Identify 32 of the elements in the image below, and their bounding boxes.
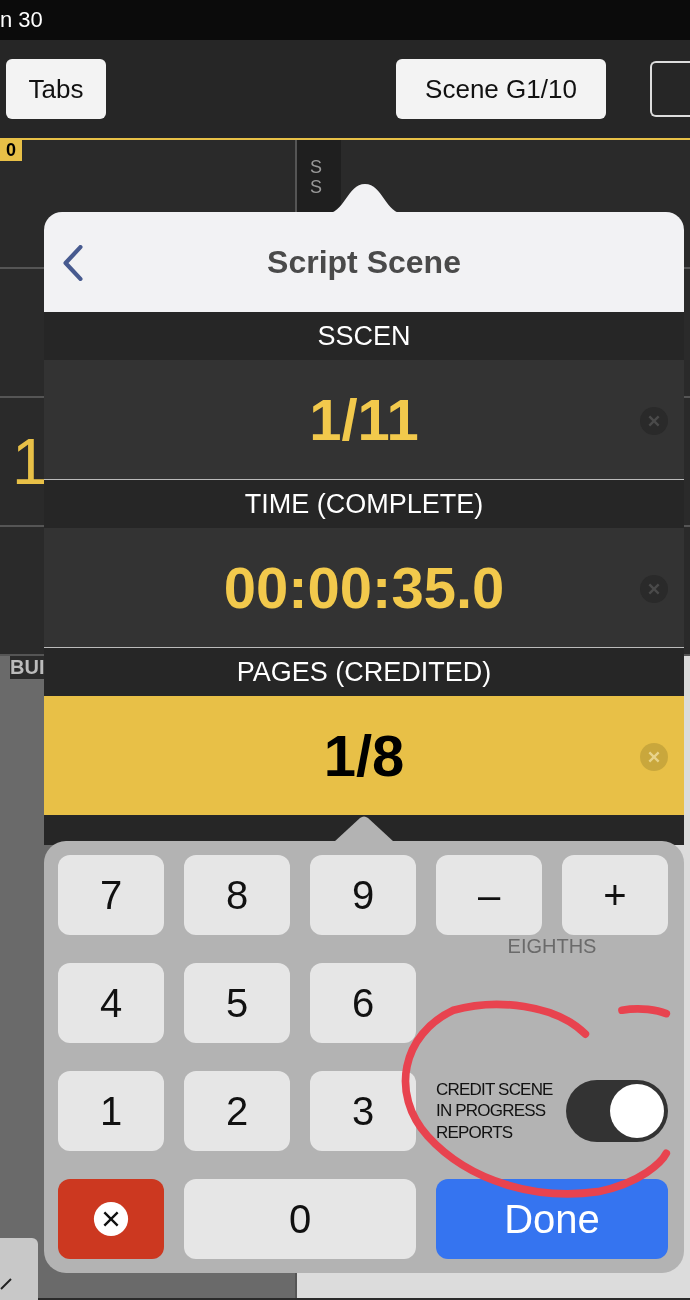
key-button[interactable]: 2 — [184, 1071, 290, 1151]
key-button[interactable]: 3 — [310, 1071, 416, 1151]
section-label: BUI — [10, 656, 45, 679]
unit-label: EIGHTHS — [506, 935, 598, 958]
status-text: n 30 — [0, 7, 43, 33]
done-button[interactable]: Done — [436, 1179, 668, 1259]
side-label: SS — [310, 158, 323, 198]
key-button[interactable]: – — [436, 855, 542, 935]
key-button[interactable]: 9 — [310, 855, 416, 935]
popover-title: Script Scene — [267, 243, 461, 281]
toolbar-button-edge[interactable] — [650, 61, 690, 117]
key-button[interactable]: 6 — [310, 963, 416, 1043]
key-button[interactable]: 7 — [58, 855, 164, 935]
field-label: TIME (COMPLETE) — [244, 488, 484, 520]
value-field[interactable]: 1/8 — [44, 696, 684, 815]
count-badge: 0 — [0, 140, 22, 161]
toggle-label: CREDIT SCENE IN PROGRESS REPORTS — [436, 1079, 554, 1143]
close-icon — [92, 1200, 130, 1238]
key-button[interactable]: + — [562, 855, 668, 935]
field-label: SSCEN — [317, 320, 411, 352]
toolbar-button[interactable]: Scene G1/10 — [396, 59, 606, 119]
key-button[interactable]: 5 — [184, 963, 290, 1043]
value-field[interactable]: 00:00:35.0 — [44, 528, 684, 648]
value-field[interactable]: 1/11 — [44, 360, 684, 480]
delete-button[interactable] — [58, 1179, 164, 1259]
key-button[interactable]: 0 — [184, 1179, 416, 1259]
toolbar-button[interactable]: Tabs — [6, 59, 106, 119]
key-button[interactable]: 4 — [58, 963, 164, 1043]
key-button[interactable]: 1 — [58, 1071, 164, 1151]
back-icon[interactable] — [62, 245, 84, 281]
key-button[interactable]: 8 — [184, 855, 290, 935]
field-label: PAGES (CREDITED) — [236, 656, 492, 688]
